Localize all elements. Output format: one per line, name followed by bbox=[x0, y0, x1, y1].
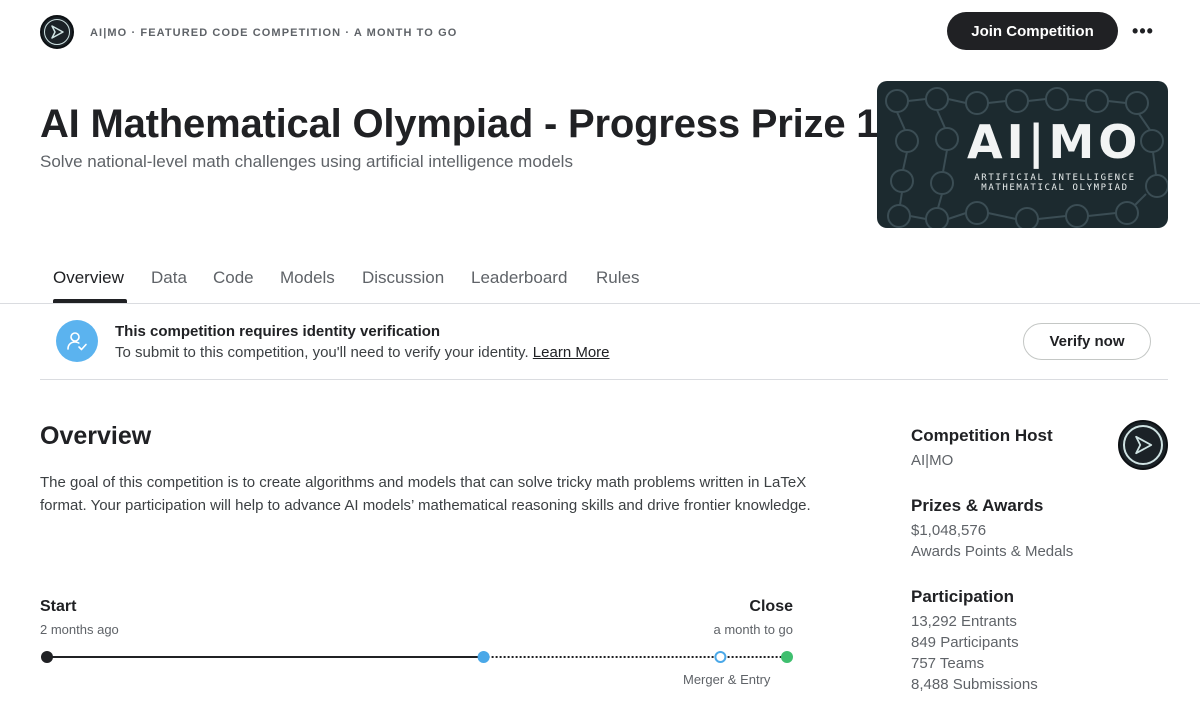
competition-tabs: Overview Data Code Models Discussion Lea… bbox=[0, 258, 1200, 304]
verification-message: To submit to this competition, you'll ne… bbox=[115, 344, 529, 361]
banner-subtitle-line-1: ARTIFICIAL INTELLIGENCE bbox=[974, 173, 1136, 183]
timeline-current-marker bbox=[477, 651, 490, 663]
tab-code[interactable]: Code bbox=[213, 268, 254, 288]
prize-amount: $1,048,576 bbox=[911, 522, 987, 539]
tab-overview[interactable]: Overview bbox=[53, 268, 124, 288]
participation-heading: Participation bbox=[911, 587, 1014, 606]
competition-timeline bbox=[41, 651, 793, 663]
timeline-close-marker bbox=[781, 651, 793, 663]
host-avatar[interactable] bbox=[1118, 420, 1168, 470]
host-heading: Competition Host bbox=[911, 426, 1053, 445]
timeline-start-label: Start bbox=[40, 598, 77, 615]
banner-logo-text: AI|MO bbox=[967, 115, 1142, 169]
tab-rules[interactable]: Rules bbox=[596, 268, 639, 288]
host-logo-icon[interactable] bbox=[40, 15, 74, 49]
tab-discussion[interactable]: Discussion bbox=[362, 268, 444, 288]
top-bar: AI|MO · FEATURED CODE COMPETITION · A MO… bbox=[0, 0, 1200, 64]
host-name[interactable]: AI|MO bbox=[911, 452, 953, 469]
learn-more-link[interactable]: Learn More bbox=[533, 344, 610, 361]
timeline-start-time: 2 months ago bbox=[40, 622, 119, 637]
timeline-close-label: Close bbox=[749, 598, 793, 615]
timeline-close-time: a month to go bbox=[713, 622, 794, 637]
prizes-heading: Prizes & Awards bbox=[911, 496, 1044, 515]
overview-description: The goal of this competition is to creat… bbox=[40, 474, 811, 514]
entrants-count: 13,292 Entrants bbox=[911, 613, 1017, 630]
join-competition-button[interactable]: Join Competition bbox=[947, 12, 1118, 50]
timeline-merger-label: Merger & Entry bbox=[683, 672, 771, 687]
tab-leaderboard[interactable]: Leaderboard bbox=[471, 268, 567, 288]
identity-verification-notice: This competition requires identity verif… bbox=[40, 305, 1168, 380]
prize-awards: Awards Points & Medals bbox=[911, 543, 1074, 560]
verify-now-button[interactable]: Verify now bbox=[1023, 323, 1151, 360]
page-title: AI Mathematical Olympiad - Progress Priz… bbox=[40, 102, 879, 146]
timeline-merger-marker[interactable] bbox=[714, 651, 727, 663]
tab-data[interactable]: Data bbox=[151, 268, 187, 288]
tab-models[interactable]: Models bbox=[280, 268, 335, 288]
verification-text: To submit to this competition, you'll ne… bbox=[115, 344, 610, 361]
overview-heading: Overview bbox=[40, 422, 152, 450]
competition-meta: AI|MO · FEATURED CODE COMPETITION · A MO… bbox=[90, 27, 458, 39]
submissions-count: 8,488 Submissions bbox=[911, 676, 1038, 693]
banner-subtitle-line-2: MATHEMATICAL OLYMPIAD bbox=[981, 183, 1129, 193]
active-tab-indicator bbox=[53, 299, 127, 303]
user-check-icon bbox=[56, 320, 98, 362]
page-subtitle: Solve national-level math challenges usi… bbox=[40, 152, 573, 171]
banner-subtitle: ARTIFICIAL INTELLIGENCE MATHEMATICAL OLY… bbox=[969, 173, 1141, 193]
competition-banner: AI|MO ARTIFICIAL INTELLIGENCE MATHEMATIC… bbox=[877, 81, 1168, 228]
timeline-start-marker bbox=[41, 651, 53, 663]
more-options-button[interactable]: ••• bbox=[1128, 18, 1158, 44]
participants-count: 849 Participants bbox=[911, 634, 1019, 651]
verification-title: This competition requires identity verif… bbox=[115, 323, 441, 340]
teams-count: 757 Teams bbox=[911, 655, 985, 672]
